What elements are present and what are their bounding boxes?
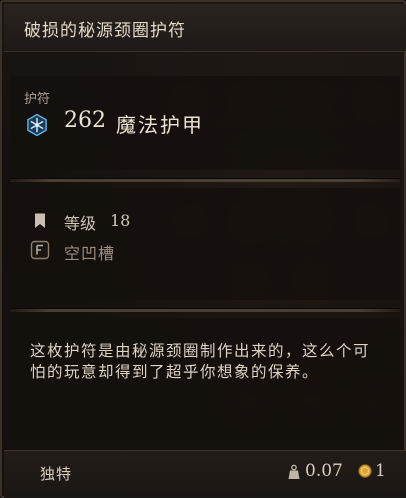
item-title: 破损的秘源颈圈护符 <box>24 21 186 41</box>
magic-armor-label: 魔法护甲 <box>116 113 204 137</box>
rarity-label: 独特 <box>40 465 73 483</box>
item-category: 护符 <box>24 92 51 107</box>
gold-coin-icon <box>358 464 372 478</box>
bookmark-icon <box>35 213 45 228</box>
item-description: 这枚护符是由秘源颈圈制作出来的，这么个可怕的玩意却得到了超乎你想象的保养。 <box>30 342 371 381</box>
weight-icon <box>288 464 300 479</box>
section-divider <box>10 178 400 182</box>
empty-socket-label: 空凹槽 <box>64 244 116 263</box>
magic-armor-value: 262 <box>64 108 106 133</box>
level-value: 18 <box>110 211 131 230</box>
gold-value: 1 <box>375 461 386 481</box>
empty-socket-icon <box>30 240 50 260</box>
weight-value: 0.07 <box>305 461 343 481</box>
magic-armor-snowflake-icon <box>27 114 47 136</box>
section-divider <box>10 308 400 312</box>
level-label: 等级 <box>64 214 97 233</box>
item-tooltip: 破损的秘源颈圈护符 护符 262 魔法护甲 等级 18 空凹槽 这枚护符是由秘源… <box>0 0 406 498</box>
